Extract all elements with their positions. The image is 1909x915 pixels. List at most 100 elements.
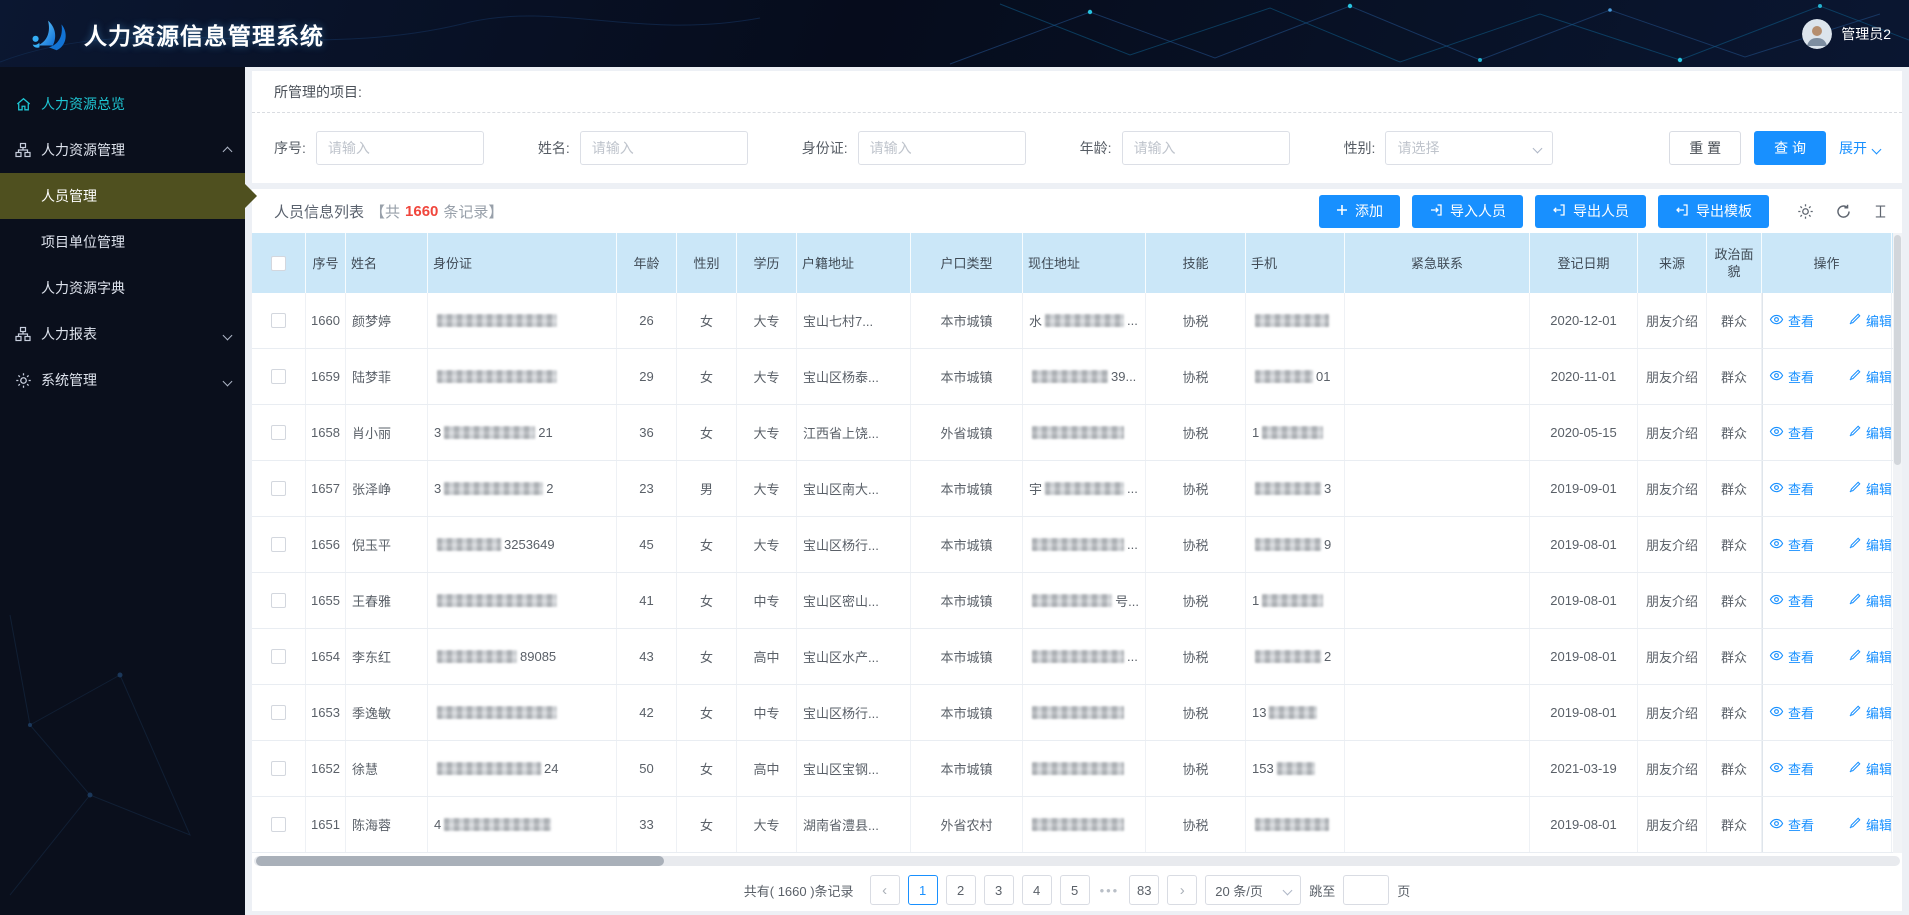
edit-label: 编辑 [1866,314,1892,329]
density-icon[interactable] [1873,204,1888,219]
sitemap-icon [15,326,41,342]
cell-checkbox [252,629,306,684]
refresh-icon[interactable] [1835,203,1852,220]
page-button-4[interactable]: 4 [1021,875,1052,905]
prev-page-button[interactable]: ‹ [869,875,900,905]
sidebar-item-hr-dictionary[interactable]: 人力资源字典 [0,265,245,311]
filter-name-input[interactable] [579,131,748,165]
cell-source: 朋友介绍 [1638,573,1707,628]
cell-hukou_type: 本市城镇 [911,685,1023,740]
edit-action[interactable]: 编辑 [1848,479,1891,498]
pencil-icon [1848,480,1862,497]
view-action[interactable]: 查看 [1769,367,1814,386]
row-checkbox[interactable] [271,313,286,328]
edit-action[interactable]: 编辑 [1848,647,1891,666]
row-checkbox[interactable] [271,817,286,832]
scrollbar-thumb[interactable] [256,856,664,866]
column-header-label: 年龄 [633,255,660,271]
filter-age-input[interactable] [1121,131,1290,165]
export-personnel-button[interactable]: 导出人员 [1535,194,1646,228]
sidebar-item-project-unit-management[interactable]: 项目单位管理 [0,219,245,265]
next-page-button[interactable]: › [1167,875,1198,905]
cell-register_date: 2019-08-01 [1530,629,1638,684]
row-checkbox[interactable] [271,761,286,776]
view-action[interactable]: 查看 [1769,591,1814,610]
chevron-up-icon [222,142,233,158]
filter-idcard-input[interactable] [857,131,1026,165]
sidebar-item-hr-reports[interactable]: 人力报表 [0,311,245,357]
cell-registered_address: 宝山区杨行... [797,685,911,740]
horizontal-scrollbar[interactable] [254,856,1900,866]
view-action[interactable]: 查看 [1769,479,1814,498]
count-suffix: 条记录】 [443,203,504,221]
user-menu[interactable]: 管理员2 [1802,0,1891,67]
cell-hukou_type: 外省城镇 [911,405,1023,460]
edit-action[interactable]: 编辑 [1848,535,1891,554]
export-icon [1675,203,1689,220]
row-checkbox[interactable] [271,593,286,608]
sidebar-item-hr-overview[interactable]: 人力资源总览 [0,81,245,127]
page-button-5[interactable]: 5 [1059,875,1090,905]
row-checkbox[interactable] [271,481,286,496]
row-checkbox[interactable] [271,705,286,720]
edit-action[interactable]: 编辑 [1848,815,1891,834]
filter-field-age: 年龄: [1080,131,1290,165]
column-header-source: 来源 [1638,233,1707,293]
row-checkbox[interactable] [271,537,286,552]
select-all-checkbox[interactable] [271,255,286,271]
edit-action[interactable]: 编辑 [1848,759,1891,778]
cell-political: 群众 [1707,685,1762,740]
scrollbar-thumb[interactable] [1894,235,1901,465]
avatar[interactable] [1802,18,1833,49]
filter-seq-input[interactable] [315,131,484,165]
gear-icon [15,372,41,389]
edit-action[interactable]: 编辑 [1848,703,1891,722]
import-personnel-button[interactable]: 导入人员 [1412,194,1523,228]
view-action[interactable]: 查看 [1769,703,1814,722]
cell-idcard [428,573,617,628]
page-button-2[interactable]: 2 [945,875,976,905]
filter-gender-label: 性别: [1343,140,1376,156]
redacted-text [437,538,501,551]
column-header-label: 学历 [753,255,780,271]
view-action[interactable]: 查看 [1769,815,1814,834]
cell-register_date: 2021-03-19 [1530,741,1638,796]
cell-actions: 查看 编辑 [1762,629,1892,684]
view-action[interactable]: 查看 [1769,423,1814,442]
eye-icon [1769,368,1784,386]
view-action[interactable]: 查看 [1769,535,1814,554]
cell-age: 23 [617,461,677,516]
list-title: 人员信息列表 【共 1660 条记录】 [274,201,503,222]
expand-toggle[interactable]: 展开 [1839,138,1882,158]
row-checkbox[interactable] [271,369,286,384]
settings-icon[interactable] [1797,203,1814,220]
view-action[interactable]: 查看 [1769,311,1814,330]
add-button[interactable]: 添加 [1319,194,1400,228]
edit-action[interactable]: 编辑 [1848,367,1891,386]
view-action[interactable]: 查看 [1769,647,1814,666]
redacted-text [1032,370,1108,383]
view-action[interactable]: 查看 [1769,759,1814,778]
page-size-select[interactable]: 20 条/页 [1205,875,1302,905]
row-checkbox[interactable] [271,649,286,664]
edit-action[interactable]: 编辑 [1848,423,1891,442]
sidebar-item-system-management[interactable]: 系统管理 [0,357,245,403]
search-button[interactable]: 查 询 [1754,131,1826,165]
vertical-scrollbar[interactable] [1893,233,1902,853]
cell-skill: 协税 [1146,517,1246,572]
edit-action[interactable]: 编辑 [1848,311,1892,330]
redacted-text [1255,314,1329,327]
page-button-83[interactable]: 83 [1129,875,1160,905]
cell-checkbox [252,741,306,796]
reset-button[interactable]: 重 置 [1669,131,1742,165]
page-button-3[interactable]: 3 [983,875,1014,905]
export-template-button[interactable]: 导出模板 [1658,194,1769,228]
edit-action[interactable]: 编辑 [1848,591,1891,610]
eye-icon [1769,536,1784,554]
sidebar-item-personnel-management[interactable]: 人员管理 [0,173,245,219]
jump-page-input[interactable] [1343,875,1390,905]
page-button-1[interactable]: 1 [907,875,938,905]
filter-gender-select[interactable]: 请选择 [1385,131,1554,165]
sidebar-item-hr-management[interactable]: 人力资源管理 [0,127,245,173]
row-checkbox[interactable] [271,425,286,440]
